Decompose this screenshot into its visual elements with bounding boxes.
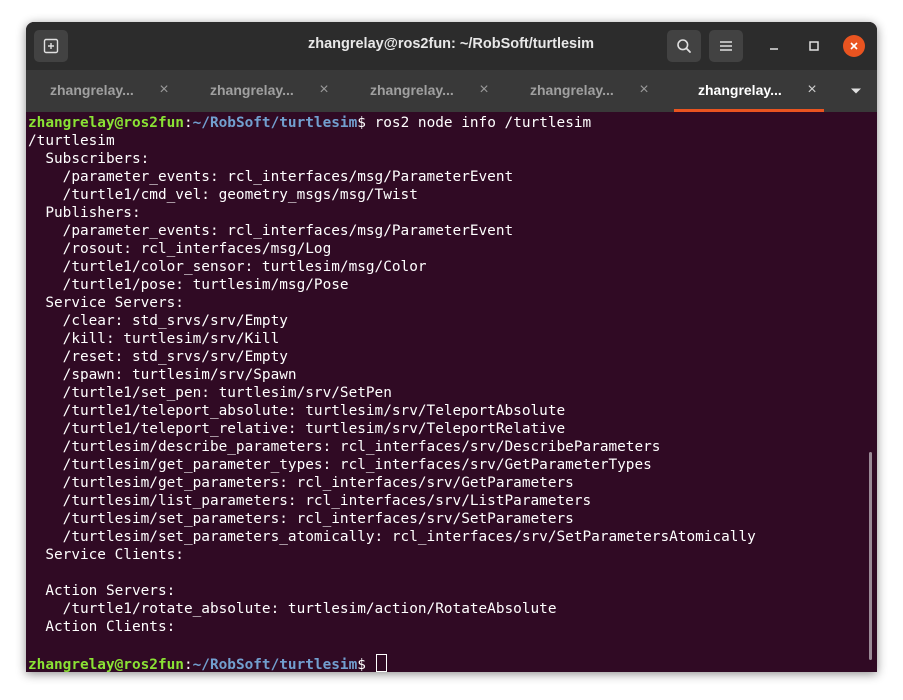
tab-2[interactable]: zhangrelay... × [186,70,336,112]
prompt-user-host: zhangrelay@ros2fun [28,657,184,672]
output-line: /turtlesim/set_parameters: rcl_interface… [28,511,574,527]
tab-5-active[interactable]: zhangrelay... × [674,70,824,112]
prompt-separator: : [183,115,193,131]
terminal-window: zhangrelay@ros2fun: ~/RobSoft/turtlesim [26,22,877,672]
search-icon [676,38,692,54]
close-icon [849,41,859,51]
command-line: zhangrelay@ros2fun:~/RobSoft/turtlesim$ … [28,114,591,132]
new-tab-button[interactable] [34,30,68,62]
output-line: /clear: std_srvs/srv/Empty [28,313,288,329]
maximize-icon [808,40,820,52]
hamburger-menu-icon [719,40,733,52]
output-line: /turtlesim/list_parameters: rcl_interfac… [28,493,592,509]
output-line: /turtlesim [28,133,115,149]
output-line: /rosout: rcl_interfaces/msg/Log [28,241,332,257]
text-cursor [375,654,387,672]
prompt-path: ~/RobSoft/turtlesim [192,657,358,672]
prompt-separator: : [183,657,193,672]
scrollbar[interactable] [869,452,872,660]
output-line: Subscribers: [28,151,150,167]
output-line: /turtle1/pose: turtlesim/msg/Pose [28,277,349,293]
output-line: /turtle1/teleport_absolute: turtlesim/sr… [28,403,566,419]
output-line: /turtle1/color_sensor: turtlesim/msg/Col… [28,259,427,275]
tab-3[interactable]: zhangrelay... × [346,70,496,112]
tab-label: zhangrelay... [370,82,454,98]
minimize-icon [768,40,780,52]
tab-close-icon[interactable]: × [806,82,818,98]
output-line: /reset: std_srvs/srv/Empty [28,349,288,365]
command-text: ros2 node info /turtlesim [365,115,592,131]
tab-list-button[interactable] [844,82,868,100]
tab-close-icon[interactable]: × [318,82,330,98]
window-title: zhangrelay@ros2fun: ~/RobSoft/turtlesim [307,36,595,52]
minimize-button[interactable] [763,35,785,57]
tab-label: zhangrelay... [530,82,614,98]
maximize-button[interactable] [803,35,825,57]
output-line: /turtlesim/get_parameter_types: rcl_inte… [28,457,652,473]
tab-label: zhangrelay... [50,82,134,98]
tab-close-icon[interactable]: × [158,82,170,98]
title-bar[interactable]: zhangrelay@ros2fun: ~/RobSoft/turtlesim [26,22,877,70]
output-line: /turtle1/rotate_absolute: turtlesim/acti… [28,601,557,617]
tab-close-icon[interactable]: × [478,82,490,98]
output-line: /parameter_events: rcl_interfaces/msg/Pa… [28,169,514,185]
current-prompt-line[interactable]: zhangrelay@ros2fun:~/RobSoft/turtlesim$ [28,654,387,672]
prompt-user-host: zhangrelay@ros2fun [28,115,184,131]
output-line: Service Clients: [28,547,184,563]
prompt-symbol: $ [357,657,366,672]
output-line: /turtlesim/get_parameters: rcl_interface… [28,475,574,491]
output-line: /turtle1/set_pen: turtlesim/srv/SetPen [28,385,392,401]
output-line: /turtlesim/describe_parameters: rcl_inte… [28,439,661,455]
new-tab-icon [43,38,59,54]
close-button[interactable] [843,35,865,57]
output-line: /turtlesim/set_parameters_atomically: rc… [28,529,756,545]
tab-label: zhangrelay... [210,82,294,98]
output-line: /spawn: turtlesim/srv/Spawn [28,367,297,383]
output-line: Publishers: [28,205,141,221]
terminal-output[interactable]: zhangrelay@ros2fun:~/RobSoft/turtlesim$ … [26,112,877,672]
tab-1[interactable]: zhangrelay... × [26,70,176,112]
menu-button[interactable] [709,30,743,62]
output-line: /parameter_events: rcl_interfaces/msg/Pa… [28,223,514,239]
prompt-path: ~/RobSoft/turtlesim [192,115,358,131]
prompt-symbol: $ [357,115,366,131]
tab-label: zhangrelay... [698,82,782,98]
search-button[interactable] [667,30,701,62]
output-line: /turtle1/cmd_vel: geometry_msgs/msg/Twis… [28,187,418,203]
chevron-down-icon [850,87,862,95]
output-line: Service Servers: [28,295,184,311]
tab-4[interactable]: zhangrelay... × [506,70,656,112]
output-line: /turtle1/teleport_relative: turtlesim/sr… [28,421,566,437]
tab-bar: zhangrelay... × zhangrelay... × zhangrel… [26,70,877,112]
tab-close-icon[interactable]: × [638,82,650,98]
output-line: Action Clients: [28,619,176,635]
output-line: /kill: turtlesim/srv/Kill [28,331,280,347]
output-line: Action Servers: [28,583,176,599]
